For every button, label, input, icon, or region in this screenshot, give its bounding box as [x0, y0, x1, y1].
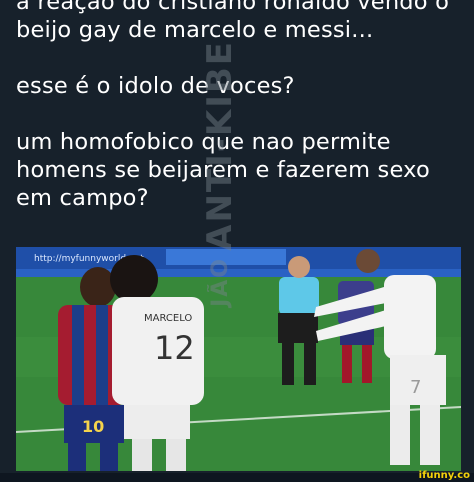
football-photo: http://myfunnyworld.net 10 MARCELO 12 7 — [16, 247, 461, 471]
caption-paragraph-1: a reação do cristiano ronaldo vendo o be… — [16, 0, 450, 43]
center-player-name: MARCELO — [144, 313, 192, 324]
right-player-number: 7 — [410, 377, 421, 398]
caption-paragraph-2: esse é o idolo de voces? — [16, 73, 295, 99]
caption-paragraph-3: um homofobico que nao permite homens se … — [16, 129, 430, 211]
ifunny-logo[interactable]: ifunny.co — [419, 470, 470, 482]
center-player-number: 12 — [154, 329, 195, 367]
left-player-number: 10 — [82, 417, 104, 436]
meme-caption: a reação do cristiano ronaldo vendo o be… — [16, 0, 466, 212]
footer-bar — [0, 473, 474, 482]
